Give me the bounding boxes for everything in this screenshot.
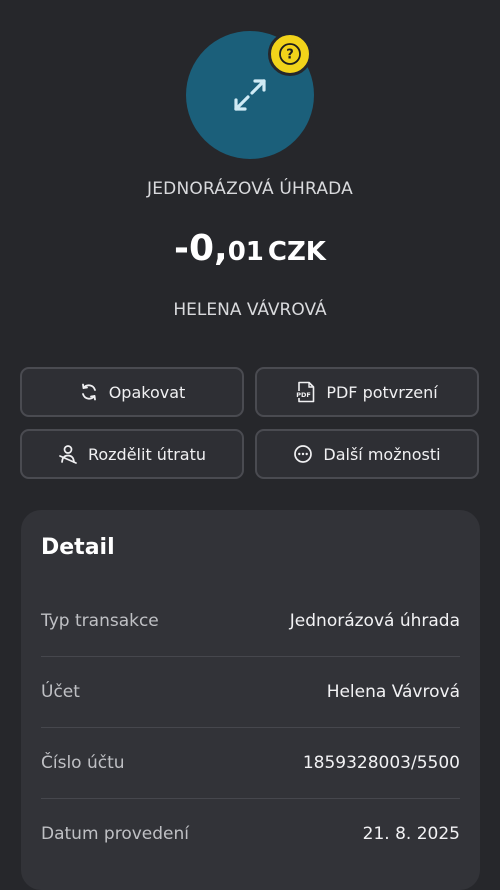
repeat-icon [81, 383, 96, 401]
pdf-icon: PDF [297, 381, 315, 403]
detail-card: Detail Typ transakce Jednorázová úhrada … [21, 510, 480, 890]
detail-label: Datum provedení [41, 823, 189, 844]
help-badge[interactable]: ? [268, 32, 312, 76]
split-expense-button[interactable]: Rozdělit útratu [20, 429, 244, 479]
svg-text:?: ? [286, 48, 294, 63]
detail-row-execution-date: Datum provedení 21. 8. 2025 [41, 798, 460, 869]
pdf-confirmation-button[interactable]: PDF PDF potvrzení [255, 367, 479, 417]
detail-value[interactable]: 1859328003/5500 [303, 753, 460, 773]
svg-text:PDF: PDF [297, 391, 312, 399]
amount-integer: -0, [174, 228, 228, 269]
transfer-arrows-icon [234, 79, 266, 111]
pdf-confirmation-button-label: PDF potvrzení [326, 382, 438, 402]
split-expense-button-label: Rozdělit útratu [87, 444, 207, 464]
detail-row-account: Účet Helena Vávrová [41, 656, 460, 728]
transaction-header: ? JEDNORÁZOVÁ ÚHRADA -0,01 CZK HELENA VÁV… [0, 0, 500, 360]
transaction-amount: -0,01 CZK [0, 228, 500, 269]
detail-row-transaction-type: Typ transakce Jednorázová úhrada [41, 585, 460, 657]
question-mark-icon: ? [279, 43, 301, 65]
more-options-button[interactable]: Další možnosti [255, 429, 479, 479]
detail-label: Účet [41, 681, 80, 702]
detail-title: Detail [41, 535, 115, 560]
detail-value: 21. 8. 2025 [362, 823, 460, 844]
detail-value: Jednorázová úhrada [289, 610, 460, 631]
repeat-button-label: Opakovat [108, 382, 186, 402]
more-options-button-label: Další možnosti [323, 444, 441, 464]
amount-decimal: 01 [227, 237, 264, 267]
detail-value: Helena Vávrová [326, 681, 460, 702]
more-options-icon [294, 445, 313, 463]
detail-row-account-number: Číslo účtu 1859328003/5500 [41, 727, 460, 799]
transaction-type-label: JEDNORÁZOVÁ ÚHRADA [147, 179, 353, 199]
repeat-button[interactable]: Opakovat [20, 367, 244, 417]
split-person-icon [59, 445, 77, 464]
amount-currency: CZK [267, 237, 326, 267]
detail-label: Číslo účtu [41, 752, 125, 773]
counterparty-name: HELENA VÁVROVÁ [173, 300, 327, 320]
detail-label: Typ transakce [41, 610, 159, 631]
